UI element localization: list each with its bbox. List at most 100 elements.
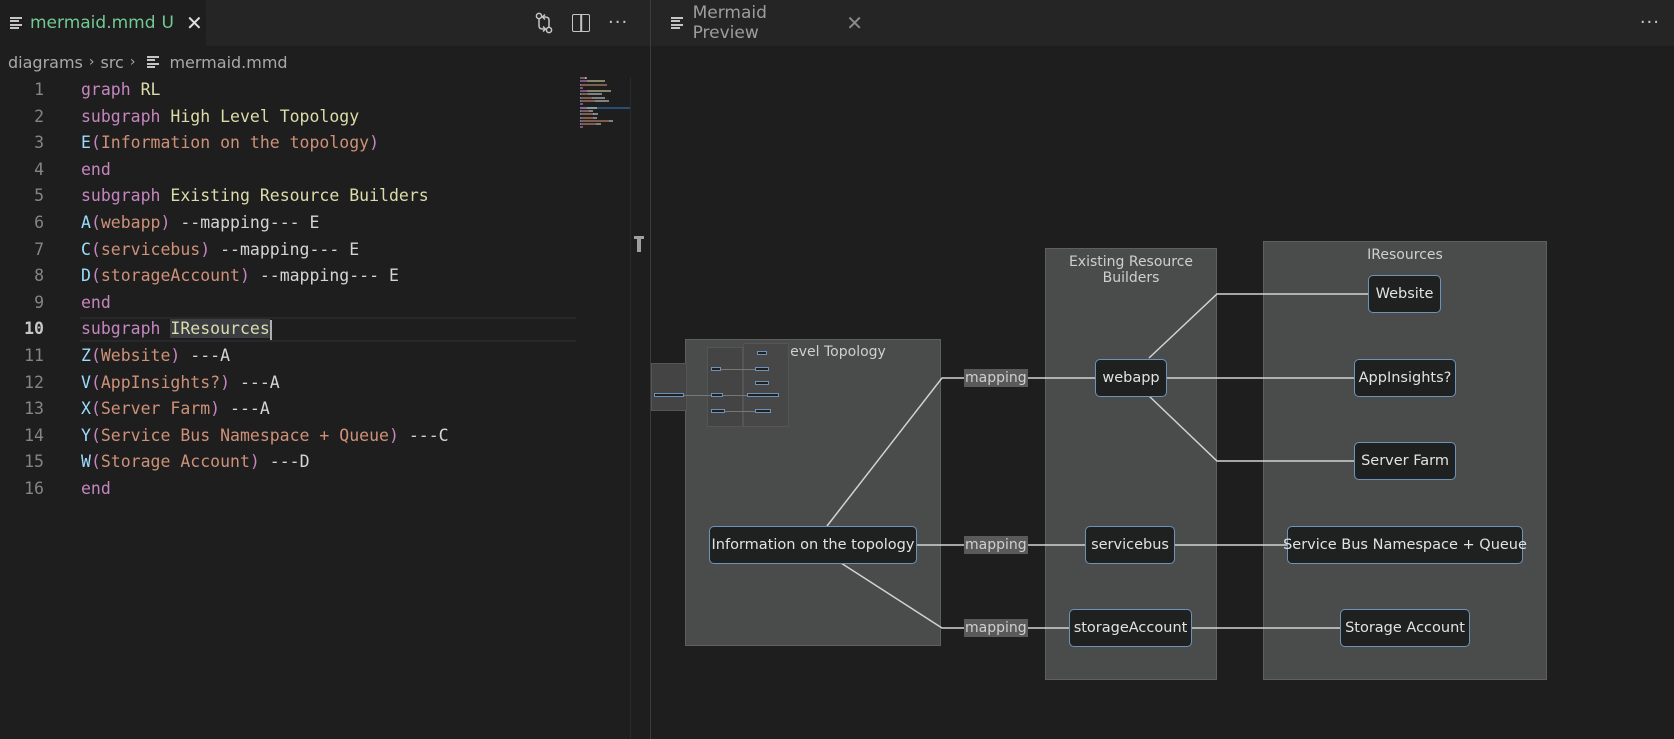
line-number: 16 — [24, 478, 44, 498]
code-token: storageAccount — [100, 266, 240, 286]
line-number: 3 — [34, 133, 44, 153]
code-token: webapp — [100, 212, 161, 232]
preview-group: Mermaid Preview ✕ ··· evel Topology Exis… — [651, 0, 1674, 739]
code-token: High Level Topology — [170, 106, 360, 126]
diagram-overview-thumbnail[interactable] — [651, 343, 791, 443]
minimap-line — [580, 116, 630, 119]
line-number: 13 — [24, 399, 44, 419]
line-source: end — [81, 476, 111, 503]
text-cursor — [269, 319, 272, 340]
code-token: --mapping--- E — [170, 212, 320, 232]
line-number: 8 — [34, 266, 44, 286]
code-line[interactable]: 5 subgraph Existing Resource Builders — [0, 183, 630, 210]
code-token: ) — [210, 399, 221, 419]
code-token: subgraph — [81, 106, 161, 126]
node-Y-service-bus-namespace-queue[interactable]: Service Bus Namespace + Queue — [1283, 526, 1527, 564]
node-C-servicebus[interactable]: servicebus — [1085, 526, 1175, 564]
breadcrumb-item-src[interactable]: src — [100, 53, 123, 72]
file-lines-icon — [147, 55, 160, 69]
code-token: end — [81, 478, 111, 498]
code-token: graph — [81, 80, 131, 99]
minimap[interactable] — [580, 77, 630, 129]
code-line[interactable]: 15 W(Storage Account) ---D — [0, 449, 630, 476]
code-token: ) — [388, 425, 399, 445]
code-token: IResources — [170, 319, 270, 339]
code-token: ) — [170, 345, 181, 365]
minimap-line — [580, 113, 630, 116]
line-source: subgraph Existing Resource Builders — [81, 183, 429, 210]
editor-scrollbar[interactable] — [630, 77, 644, 739]
code-line[interactable]: 9 end — [0, 290, 630, 317]
code-token: ) — [160, 212, 171, 232]
edge-label-mapping: mapping — [964, 369, 1028, 387]
minimap-line — [580, 83, 630, 86]
tab-filename: mermaid.mmd — [30, 13, 156, 33]
code-line[interactable]: 7 C(servicebus) --mapping--- E — [0, 237, 630, 264]
edge-label-mapping: mapping — [964, 619, 1028, 637]
minimap-line — [580, 119, 630, 122]
mermaid-diagram: evel Topology Existing Resource Builders… — [651, 0, 1674, 739]
node-E-information-on-the-topology[interactable]: Information on the topology — [709, 526, 917, 564]
node-Z-website[interactable]: Website — [1368, 275, 1441, 313]
code-token: D — [81, 266, 91, 286]
code-line[interactable]: 10 subgraph IResources — [0, 316, 630, 343]
breadcrumb-item-diagrams[interactable]: diagrams — [8, 53, 83, 72]
split-editor-icon[interactable] — [572, 14, 590, 32]
node-X-server-farm[interactable]: Server Farm — [1354, 442, 1456, 480]
code-line[interactable]: 2 subgraph High Level Topology — [0, 104, 630, 131]
node-D-storageaccount[interactable]: storageAccount — [1069, 609, 1192, 647]
close-icon[interactable]: ✕ — [186, 11, 203, 35]
code-line[interactable]: 16 end — [0, 476, 630, 503]
code-token: C — [81, 239, 91, 259]
line-number: 14 — [24, 425, 44, 445]
line-number: 7 — [34, 239, 44, 259]
minimap-line — [580, 123, 630, 126]
code-line[interactable]: 11 Z(Website) ---A — [0, 343, 630, 370]
code-token: V — [81, 372, 91, 392]
code-line[interactable]: 4 end — [0, 157, 630, 184]
minimap-line — [580, 77, 630, 79]
code-line[interactable]: 14 Y(Service Bus Namespace + Queue) ---C — [0, 423, 630, 450]
code-token: ---A — [220, 399, 270, 419]
node-A-webapp[interactable]: webapp — [1095, 359, 1167, 397]
code-token: ( — [90, 266, 101, 286]
line-number: 2 — [34, 106, 44, 126]
code-token: E — [81, 133, 91, 153]
code-token: end — [81, 292, 111, 312]
code-token: Existing Resource Builders — [170, 186, 429, 206]
code-line[interactable]: 12 V(AppInsights?) ---A — [0, 370, 630, 397]
node-W-storage-account[interactable]: Storage Account — [1340, 609, 1470, 647]
open-changes-icon[interactable] — [534, 12, 554, 34]
code-token: ( — [90, 212, 101, 232]
more-actions-icon[interactable]: ··· — [608, 14, 628, 32]
code-token: ( — [90, 399, 101, 419]
code-line[interactable]: 3 E(Information on the topology) — [0, 130, 630, 157]
minimap-line — [580, 96, 630, 99]
node-V-appinsights[interactable]: AppInsights? — [1354, 359, 1456, 397]
code-editor[interactable]: 1 graph RL 2 subgraph High Level Topology 3 E… — [0, 77, 630, 503]
code-token: subgraph — [81, 186, 161, 206]
minimap-line — [580, 100, 630, 103]
breadcrumb: diagrams › src › mermaid.mmd — [8, 50, 288, 74]
code-token: ( — [90, 133, 101, 153]
edge-X-A — [1148, 395, 1354, 462]
line-number: 10 — [24, 319, 44, 339]
code-token: ( — [90, 452, 101, 472]
code-token: ) — [239, 266, 250, 286]
code-line[interactable]: 8 D(storageAccount) --mapping--- E — [0, 263, 630, 290]
code-token: ( — [90, 425, 101, 445]
code-token: A — [81, 212, 91, 232]
code-token: Y — [81, 425, 91, 445]
breadcrumb-item-file[interactable]: mermaid.mmd — [169, 53, 287, 72]
code-line[interactable]: 6 A(webapp) --mapping--- E — [0, 210, 630, 237]
code-line[interactable]: 13 X(Server Farm) ---A — [0, 396, 630, 423]
code-token: ) — [220, 372, 231, 392]
code-token: ---A — [180, 345, 231, 365]
tab-mermaid-mmd[interactable]: mermaid.mmd U ✕ — [0, 0, 206, 46]
code-line[interactable]: 1 graph RL — [0, 77, 630, 104]
code-token: --mapping--- E — [249, 266, 399, 286]
minimap-line — [580, 80, 630, 83]
edge-Z-A — [1148, 293, 1368, 359]
